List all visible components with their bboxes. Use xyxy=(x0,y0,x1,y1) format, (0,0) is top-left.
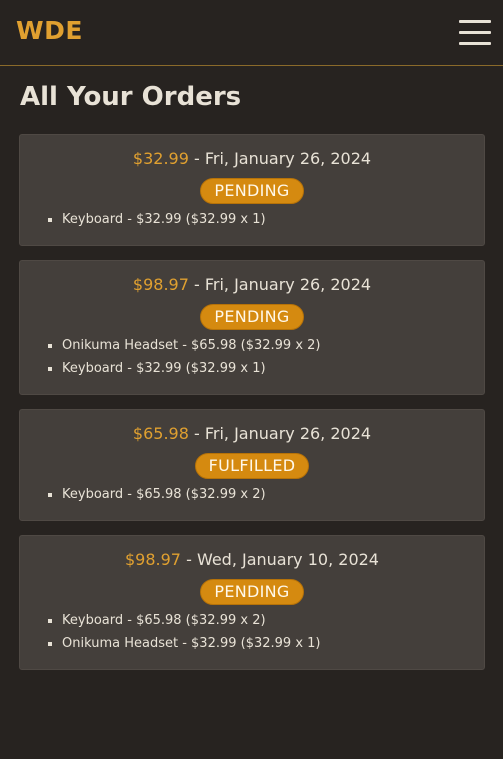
order-separator: - xyxy=(188,275,205,294)
menu-bar xyxy=(459,31,491,34)
hamburger-menu-icon[interactable] xyxy=(459,20,491,46)
order-card: $98.97 - Wed, January 10, 2024 PENDING K… xyxy=(19,535,485,670)
order-header: $65.98 - Fri, January 26, 2024 xyxy=(20,424,484,444)
menu-bar xyxy=(459,42,491,45)
order-card: $32.99 - Fri, January 26, 2024 PENDING K… xyxy=(19,134,485,246)
order-header: $98.97 - Fri, January 26, 2024 xyxy=(20,275,484,295)
order-items: Keyboard - $32.99 ($32.99 x 1) xyxy=(20,208,484,245)
status-badge: PENDING xyxy=(200,178,304,204)
order-item: Onikuma Headset - $32.99 ($32.99 x 1) xyxy=(48,632,484,655)
order-items: Onikuma Headset - $65.98 ($32.99 x 2) Ke… xyxy=(20,334,484,394)
page-title: All Your Orders xyxy=(20,82,242,112)
order-item: Keyboard - $32.99 ($32.99 x 1) xyxy=(48,357,484,380)
order-separator: - xyxy=(188,424,205,443)
order-header: $98.97 - Wed, January 10, 2024 xyxy=(20,550,484,570)
status-badge: PENDING xyxy=(200,579,304,605)
order-total: $98.97 xyxy=(132,275,189,294)
order-date: Wed, January 10, 2024 xyxy=(196,550,379,569)
order-header: $32.99 - Fri, January 26, 2024 xyxy=(20,149,484,169)
order-items: Keyboard - $65.98 ($32.99 x 2) Onikuma H… xyxy=(20,609,484,669)
order-card: $98.97 - Fri, January 26, 2024 PENDING O… xyxy=(19,260,485,395)
order-card: $65.98 - Fri, January 26, 2024 FULFILLED… xyxy=(19,409,485,521)
brand-logo[interactable]: WDE xyxy=(16,16,83,45)
orders-list: $32.99 - Fri, January 26, 2024 PENDING K… xyxy=(19,134,485,684)
order-total: $98.97 xyxy=(125,550,181,569)
order-items: Keyboard - $65.98 ($32.99 x 2) xyxy=(20,483,484,520)
order-item: Onikuma Headset - $65.98 ($32.99 x 2) xyxy=(48,334,484,357)
status-badge: PENDING xyxy=(200,304,304,330)
menu-bar xyxy=(459,20,491,23)
order-total: $65.98 xyxy=(132,424,189,443)
order-item: Keyboard - $65.98 ($32.99 x 2) xyxy=(48,609,484,632)
order-date: Fri, January 26, 2024 xyxy=(204,149,372,168)
order-item: Keyboard - $65.98 ($32.99 x 2) xyxy=(48,483,484,506)
order-date: Fri, January 26, 2024 xyxy=(204,275,372,294)
order-separator: - xyxy=(188,149,205,168)
order-total: $32.99 xyxy=(132,149,189,168)
order-separator: - xyxy=(180,550,197,569)
order-date: Fri, January 26, 2024 xyxy=(204,424,372,443)
order-item: Keyboard - $32.99 ($32.99 x 1) xyxy=(48,208,484,231)
status-badge: FULFILLED xyxy=(194,453,310,479)
site-header: WDE xyxy=(0,0,503,66)
